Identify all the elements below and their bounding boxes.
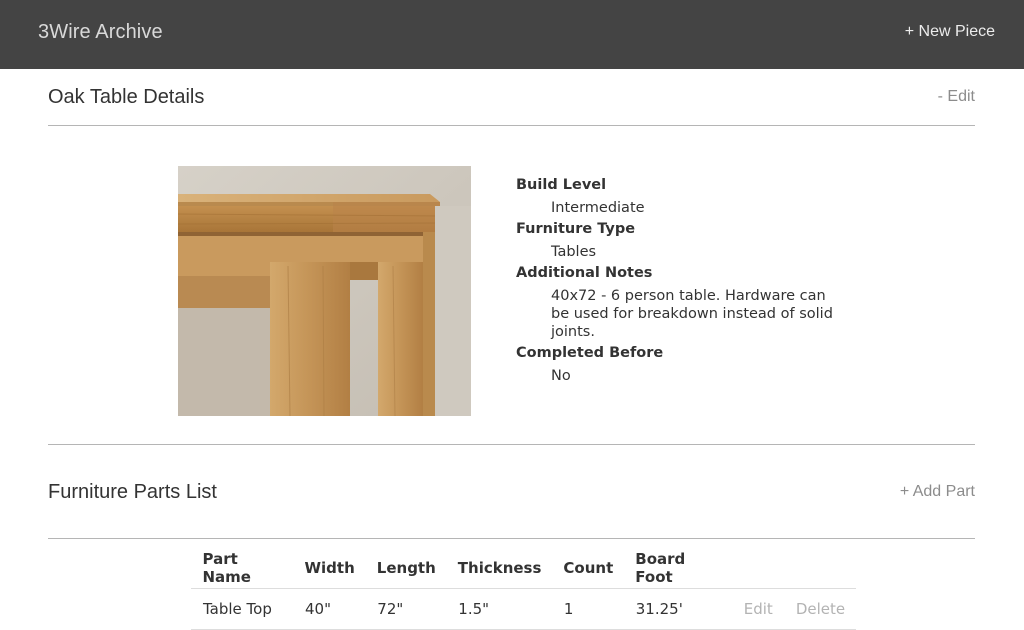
build-level-label: Build Level [516,177,607,193]
additional-notes-label: Additional Notes [516,265,653,281]
details-title: Oak Table Details [48,86,205,108]
edit-details-button[interactable]: - Edit [938,88,975,106]
oak-table-image [178,166,471,416]
part-name-cell: Table Top [191,588,294,630]
divider [48,538,975,539]
brand-title[interactable]: 3Wire Archive [38,21,163,44]
parts-table: Part Name Width Length Thickness Count B… [191,548,857,630]
board-foot-cell: 31.25' [623,588,733,630]
column-header: Thickness [446,548,553,589]
table-row: Table Top 40" 72" 1.5" 1 31.25' Edit Del… [191,588,857,630]
column-header: Width [293,548,366,589]
completed-before-value: No [551,368,571,384]
additional-notes-value: 40x72 - 6 person table. Hardware can be … [551,288,833,340]
column-header [784,548,857,589]
furniture-photo [178,166,471,416]
column-header: Part Name [191,548,294,589]
length-cell: 72" [365,588,447,630]
piece-details: Build Level Intermediate Furniture Type … [516,175,846,387]
build-level-value: Intermediate [551,200,645,216]
divider [48,444,975,445]
column-header: Board Foot [624,548,733,589]
furniture-type-value: Tables [551,244,597,260]
thickness-cell: 1.5" [446,588,553,630]
add-part-button[interactable]: + Add Part [900,483,975,501]
divider [48,125,975,126]
width-cell: 40" [292,588,366,630]
completed-before-label: Completed Before [516,345,664,361]
furniture-type-label: Furniture Type [516,221,636,237]
delete-part-button[interactable]: Delete [783,588,857,630]
top-navbar: 3Wire Archive + New Piece [0,0,1024,69]
column-header: Length [365,548,447,589]
column-header: Count [552,548,625,589]
table-header-row: Part Name Width Length Thickness Count B… [191,548,857,589]
new-piece-button[interactable]: + New Piece [905,23,995,41]
edit-part-button[interactable]: Edit [731,588,785,630]
column-header [732,548,785,589]
count-cell: 1 [551,588,625,630]
parts-list-title: Furniture Parts List [48,481,217,503]
